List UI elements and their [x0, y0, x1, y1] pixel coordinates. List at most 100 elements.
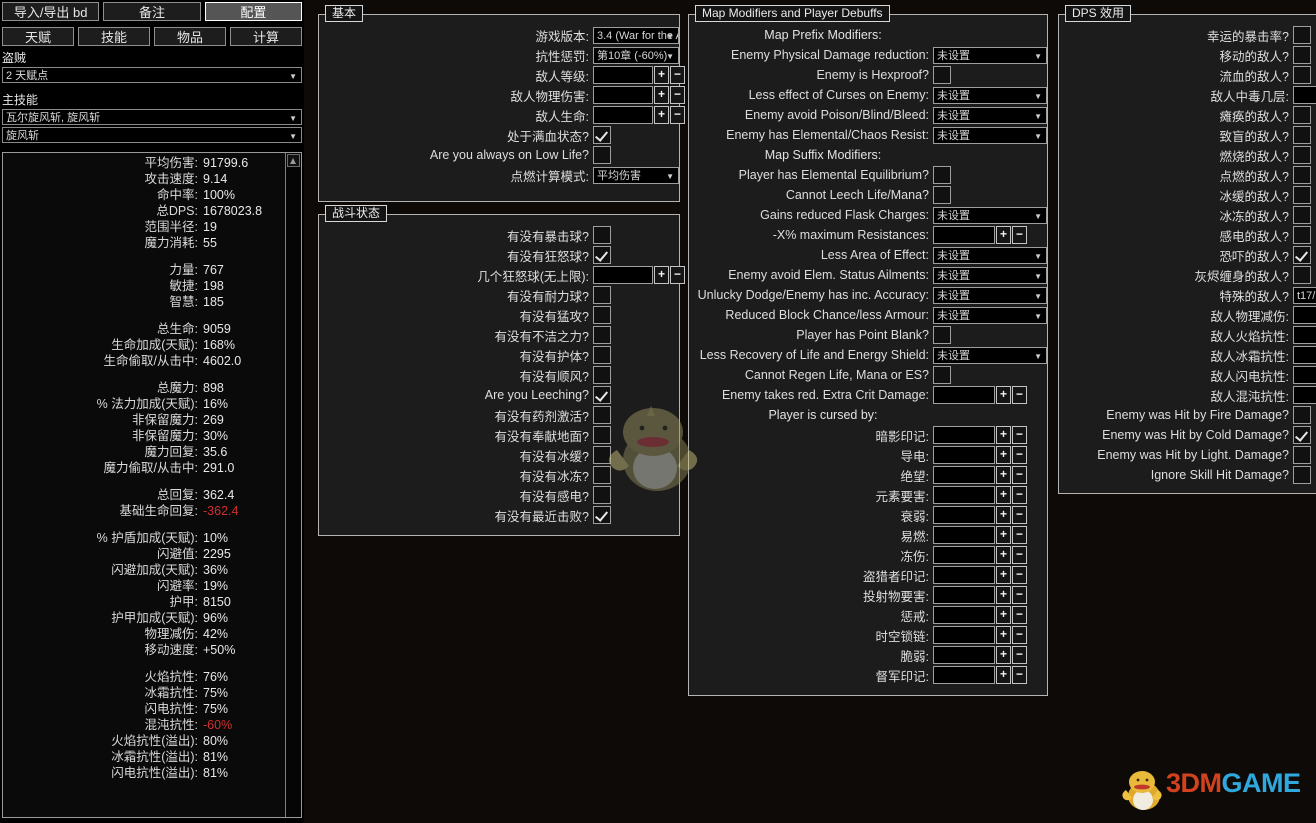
checkbox[interactable]	[1293, 226, 1311, 244]
checkbox[interactable]	[593, 346, 611, 364]
scroll-up-icon[interactable]	[287, 154, 300, 167]
number-input[interactable]	[933, 426, 995, 444]
increment-button[interactable]: +	[996, 566, 1011, 584]
number-input[interactable]	[593, 66, 653, 84]
increment-button[interactable]: +	[654, 66, 669, 84]
checkbox[interactable]	[593, 446, 611, 464]
number-input[interactable]	[1293, 86, 1316, 104]
checkbox[interactable]	[1293, 126, 1311, 144]
increment-button[interactable]: +	[654, 106, 669, 124]
checkbox[interactable]	[1293, 186, 1311, 204]
number-input[interactable]	[933, 446, 995, 464]
dropdown[interactable]: 未设置 ▼	[933, 266, 1047, 284]
decrement-button[interactable]: −	[1012, 526, 1027, 544]
increment-button[interactable]: +	[996, 666, 1011, 684]
dropdown[interactable]: 3.4 (War for the Atlas)▼	[593, 26, 679, 44]
tab-notes[interactable]: 备注	[103, 2, 201, 21]
checkbox[interactable]	[593, 506, 611, 524]
increment-button[interactable]: +	[996, 506, 1011, 524]
decrement-button[interactable]: −	[1012, 586, 1027, 604]
increment-button[interactable]: +	[996, 466, 1011, 484]
tab-config[interactable]: 配置	[204, 2, 302, 21]
checkbox[interactable]	[1293, 266, 1311, 284]
checkbox[interactable]	[593, 406, 611, 424]
checkbox[interactable]	[933, 186, 951, 204]
dropdown[interactable]: t17/▼	[1293, 286, 1316, 304]
checkbox[interactable]	[933, 326, 951, 344]
increment-button[interactable]: +	[654, 266, 669, 284]
checkbox[interactable]	[1293, 206, 1311, 224]
checkbox[interactable]	[593, 126, 611, 144]
checkbox[interactable]	[1293, 106, 1311, 124]
decrement-button[interactable]: −	[1012, 486, 1027, 504]
number-input[interactable]	[933, 546, 995, 564]
number-input[interactable]	[1293, 386, 1316, 404]
dropdown[interactable]: 未设置 ▼	[933, 46, 1047, 64]
class-select[interactable]: 2 天赋点 ▼	[2, 67, 302, 83]
checkbox[interactable]	[1293, 166, 1311, 184]
dropdown[interactable]: 未设置 ▼	[933, 306, 1047, 324]
tab-items[interactable]: 物品	[154, 27, 226, 46]
number-input[interactable]	[933, 386, 995, 404]
checkbox[interactable]	[593, 286, 611, 304]
increment-button[interactable]: +	[996, 426, 1011, 444]
number-input[interactable]	[933, 506, 995, 524]
dropdown[interactable]: 第10章 (-60%) ▼	[593, 46, 679, 64]
checkbox[interactable]	[593, 146, 611, 164]
checkbox[interactable]	[1293, 26, 1311, 44]
decrement-button[interactable]: −	[1012, 226, 1027, 244]
checkbox[interactable]	[593, 386, 611, 404]
number-input[interactable]	[933, 586, 995, 604]
tab-talents[interactable]: 天赋	[2, 27, 74, 46]
stats-scrollbar[interactable]	[285, 153, 301, 817]
decrement-button[interactable]: −	[1012, 646, 1027, 664]
checkbox[interactable]	[1293, 466, 1311, 484]
decrement-button[interactable]: −	[1012, 546, 1027, 564]
increment-button[interactable]: +	[996, 486, 1011, 504]
dropdown[interactable]: 未设置 ▼	[933, 126, 1047, 144]
increment-button[interactable]: +	[996, 526, 1011, 544]
number-input[interactable]	[933, 626, 995, 644]
checkbox[interactable]	[933, 166, 951, 184]
number-input[interactable]	[933, 526, 995, 544]
dropdown[interactable]: 未设置 ▼	[933, 106, 1047, 124]
dropdown[interactable]: 未设置 ▼	[933, 346, 1047, 364]
increment-button[interactable]: +	[996, 586, 1011, 604]
number-input[interactable]	[933, 606, 995, 624]
checkbox[interactable]	[593, 366, 611, 384]
checkbox[interactable]	[593, 226, 611, 244]
checkbox[interactable]	[933, 366, 951, 384]
decrement-button[interactable]: −	[670, 86, 685, 104]
number-input[interactable]	[933, 646, 995, 664]
checkbox[interactable]	[1293, 66, 1311, 84]
dropdown[interactable]: 未设置 ▼	[933, 286, 1047, 304]
tab-calc[interactable]: 计算	[230, 27, 302, 46]
checkbox[interactable]	[593, 306, 611, 324]
skill-select[interactable]: 旋风斩 ▼	[2, 127, 302, 143]
increment-button[interactable]: +	[996, 546, 1011, 564]
increment-button[interactable]: +	[996, 386, 1011, 404]
number-input[interactable]	[1293, 306, 1316, 324]
number-input[interactable]	[593, 86, 653, 104]
increment-button[interactable]: +	[654, 86, 669, 104]
skill-group-select[interactable]: 瓦尔旋风斩, 旋风斩 ▼	[2, 109, 302, 125]
checkbox[interactable]	[1293, 426, 1311, 444]
checkbox[interactable]	[593, 426, 611, 444]
increment-button[interactable]: +	[996, 626, 1011, 644]
tab-import-export[interactable]: 导入/导出 bd	[2, 2, 100, 21]
decrement-button[interactable]: −	[670, 66, 685, 84]
checkbox[interactable]	[593, 466, 611, 484]
number-input[interactable]	[933, 226, 995, 244]
decrement-button[interactable]: −	[1012, 426, 1027, 444]
decrement-button[interactable]: −	[1012, 466, 1027, 484]
checkbox[interactable]	[1293, 406, 1311, 424]
decrement-button[interactable]: −	[670, 106, 685, 124]
checkbox[interactable]	[1293, 146, 1311, 164]
decrement-button[interactable]: −	[1012, 386, 1027, 404]
decrement-button[interactable]: −	[1012, 566, 1027, 584]
number-input[interactable]	[933, 486, 995, 504]
number-input[interactable]	[933, 666, 995, 684]
increment-button[interactable]: +	[996, 226, 1011, 244]
decrement-button[interactable]: −	[670, 266, 685, 284]
number-input[interactable]	[933, 566, 995, 584]
